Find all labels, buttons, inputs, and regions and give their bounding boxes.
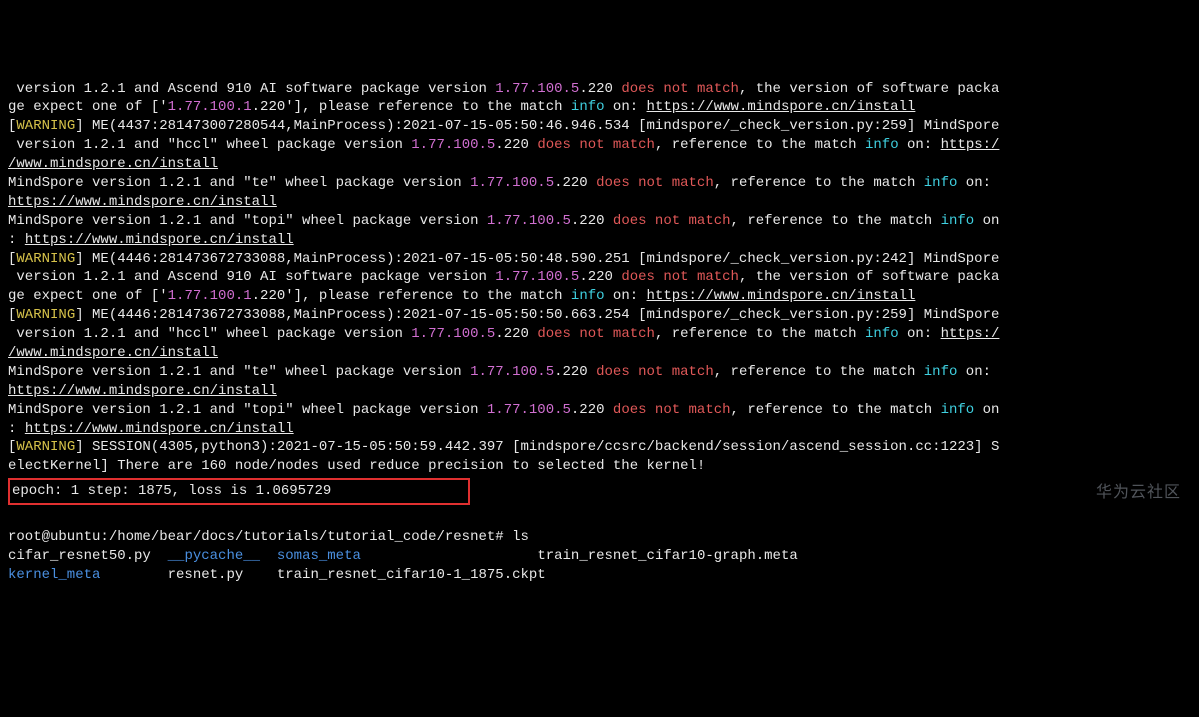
log-text: version 1.2.1 and "hccl" wheel package v…: [8, 326, 411, 342]
log-text: , reference to the match: [655, 326, 865, 342]
log-text: on:: [899, 326, 941, 342]
version-number: 1.77.100.5: [495, 81, 579, 97]
log-text: .220: [579, 81, 621, 97]
log-text: .220: [495, 137, 537, 153]
log-text: .220'], please reference to the match: [252, 288, 571, 304]
info-text: info: [571, 99, 605, 115]
log-text: MindSpore version 1.2.1 and "topi" wheel…: [8, 402, 487, 418]
log-text: version 1.2.1 and Ascend 910 AI software…: [8, 81, 495, 97]
directory-name: somas_meta: [277, 548, 361, 564]
file-name: cifar_resnet50.py: [8, 548, 168, 564]
log-text: [260, 548, 277, 564]
warning-label: WARNING: [16, 118, 75, 134]
directory-name: kernel_meta: [8, 567, 100, 583]
log-text: .220'], please reference to the match: [252, 99, 571, 115]
error-text: does not match: [621, 81, 739, 97]
log-text: on:: [957, 364, 999, 380]
url-link[interactable]: https://www.mindspore.cn/install: [25, 232, 294, 248]
version-number: 1.77.100.5: [411, 137, 495, 153]
file-name: resnet.py train_resnet_cifar10-1_1875.ck…: [100, 567, 545, 583]
highlight-box: epoch: 1 step: 1875, loss is 1.0695729: [8, 478, 470, 505]
info-text: info: [865, 137, 899, 153]
url-link[interactable]: https:/: [941, 137, 1000, 153]
log-text: .220: [554, 364, 596, 380]
training-result: epoch: 1 step: 1875, loss is 1.0695729: [12, 483, 466, 499]
directory-name: __pycache__: [168, 548, 260, 564]
url-link[interactable]: https:/: [941, 326, 1000, 342]
info-text: info: [924, 175, 958, 191]
warning-label: WARNING: [16, 251, 75, 267]
version-number: 1.77.100.5: [470, 364, 554, 380]
log-text: MindSpore version 1.2.1 and "te" wheel p…: [8, 364, 470, 380]
version-number: 1.77.100.5: [495, 269, 579, 285]
log-text: on:: [899, 137, 941, 153]
log-text: version 1.2.1 and "hccl" wheel package v…: [8, 137, 411, 153]
log-text: :: [8, 421, 25, 437]
url-link[interactable]: /www.mindspore.cn/install: [8, 345, 218, 361]
version-number: 1.77.100.5: [470, 175, 554, 191]
error-text: does not match: [613, 213, 731, 229]
error-text: does not match: [596, 364, 714, 380]
log-text: ge expect one of [': [8, 99, 168, 115]
shell-prompt[interactable]: root@ubuntu:/home/bear/docs/tutorials/tu…: [8, 529, 529, 545]
url-link[interactable]: https://www.mindspore.cn/install: [8, 383, 277, 399]
log-text: , the version of software packa: [739, 81, 999, 97]
info-text: info: [941, 213, 975, 229]
log-text: , the version of software packa: [739, 269, 999, 285]
version-number: 1.77.100.5: [487, 213, 571, 229]
file-name: train_resnet_cifar10-graph.meta: [361, 548, 798, 564]
url-link[interactable]: https://www.mindspore.cn/install: [8, 194, 277, 210]
log-text: ] ME(4437:281473007280544,MainProcess):2…: [75, 118, 999, 134]
log-text: .220: [495, 326, 537, 342]
log-text: :: [8, 232, 25, 248]
error-text: does not match: [621, 269, 739, 285]
info-text: info: [924, 364, 958, 380]
log-text: .220: [571, 402, 613, 418]
error-text: does not match: [537, 137, 655, 153]
url-link[interactable]: https://www.mindspore.cn/install: [647, 288, 916, 304]
error-text: does not match: [537, 326, 655, 342]
log-text: electKernel] There are 160 node/nodes us…: [8, 458, 705, 474]
terminal-output[interactable]: version 1.2.1 and Ascend 910 AI software…: [8, 80, 1191, 585]
version-number: 1.77.100.1: [168, 99, 252, 115]
log-text: , reference to the match: [655, 137, 865, 153]
error-text: does not match: [613, 402, 731, 418]
log-text: on: [974, 402, 999, 418]
log-text: , reference to the match: [714, 175, 924, 191]
url-link[interactable]: https://www.mindspore.cn/install: [25, 421, 294, 437]
info-text: info: [941, 402, 975, 418]
log-text: on:: [957, 175, 999, 191]
log-text: on:: [605, 99, 647, 115]
log-text: .220: [571, 213, 613, 229]
log-text: MindSpore version 1.2.1 and "topi" wheel…: [8, 213, 487, 229]
version-number: 1.77.100.5: [411, 326, 495, 342]
log-text: , reference to the match: [731, 402, 941, 418]
log-text: on: [974, 213, 999, 229]
log-text: on:: [605, 288, 647, 304]
log-text: ] ME(4446:281473672733088,MainProcess):2…: [75, 307, 999, 323]
warning-label: WARNING: [16, 307, 75, 323]
log-text: MindSpore version 1.2.1 and "te" wheel p…: [8, 175, 470, 191]
warning-label: WARNING: [16, 439, 75, 455]
log-text: ] SESSION(4305,python3):2021-07-15-05:50…: [75, 439, 999, 455]
log-text: , reference to the match: [731, 213, 941, 229]
log-text: ] ME(4446:281473672733088,MainProcess):2…: [75, 251, 999, 267]
error-text: does not match: [596, 175, 714, 191]
version-number: 1.77.100.5: [487, 402, 571, 418]
url-link[interactable]: https://www.mindspore.cn/install: [647, 99, 916, 115]
log-text: .220: [554, 175, 596, 191]
info-text: info: [865, 326, 899, 342]
info-text: info: [571, 288, 605, 304]
version-number: 1.77.100.1: [168, 288, 252, 304]
log-text: ge expect one of [': [8, 288, 168, 304]
log-text: version 1.2.1 and Ascend 910 AI software…: [8, 269, 495, 285]
watermark-text: 华为云社区: [1096, 482, 1181, 504]
url-link[interactable]: /www.mindspore.cn/install: [8, 156, 218, 172]
log-text: .220: [579, 269, 621, 285]
log-text: , reference to the match: [714, 364, 924, 380]
